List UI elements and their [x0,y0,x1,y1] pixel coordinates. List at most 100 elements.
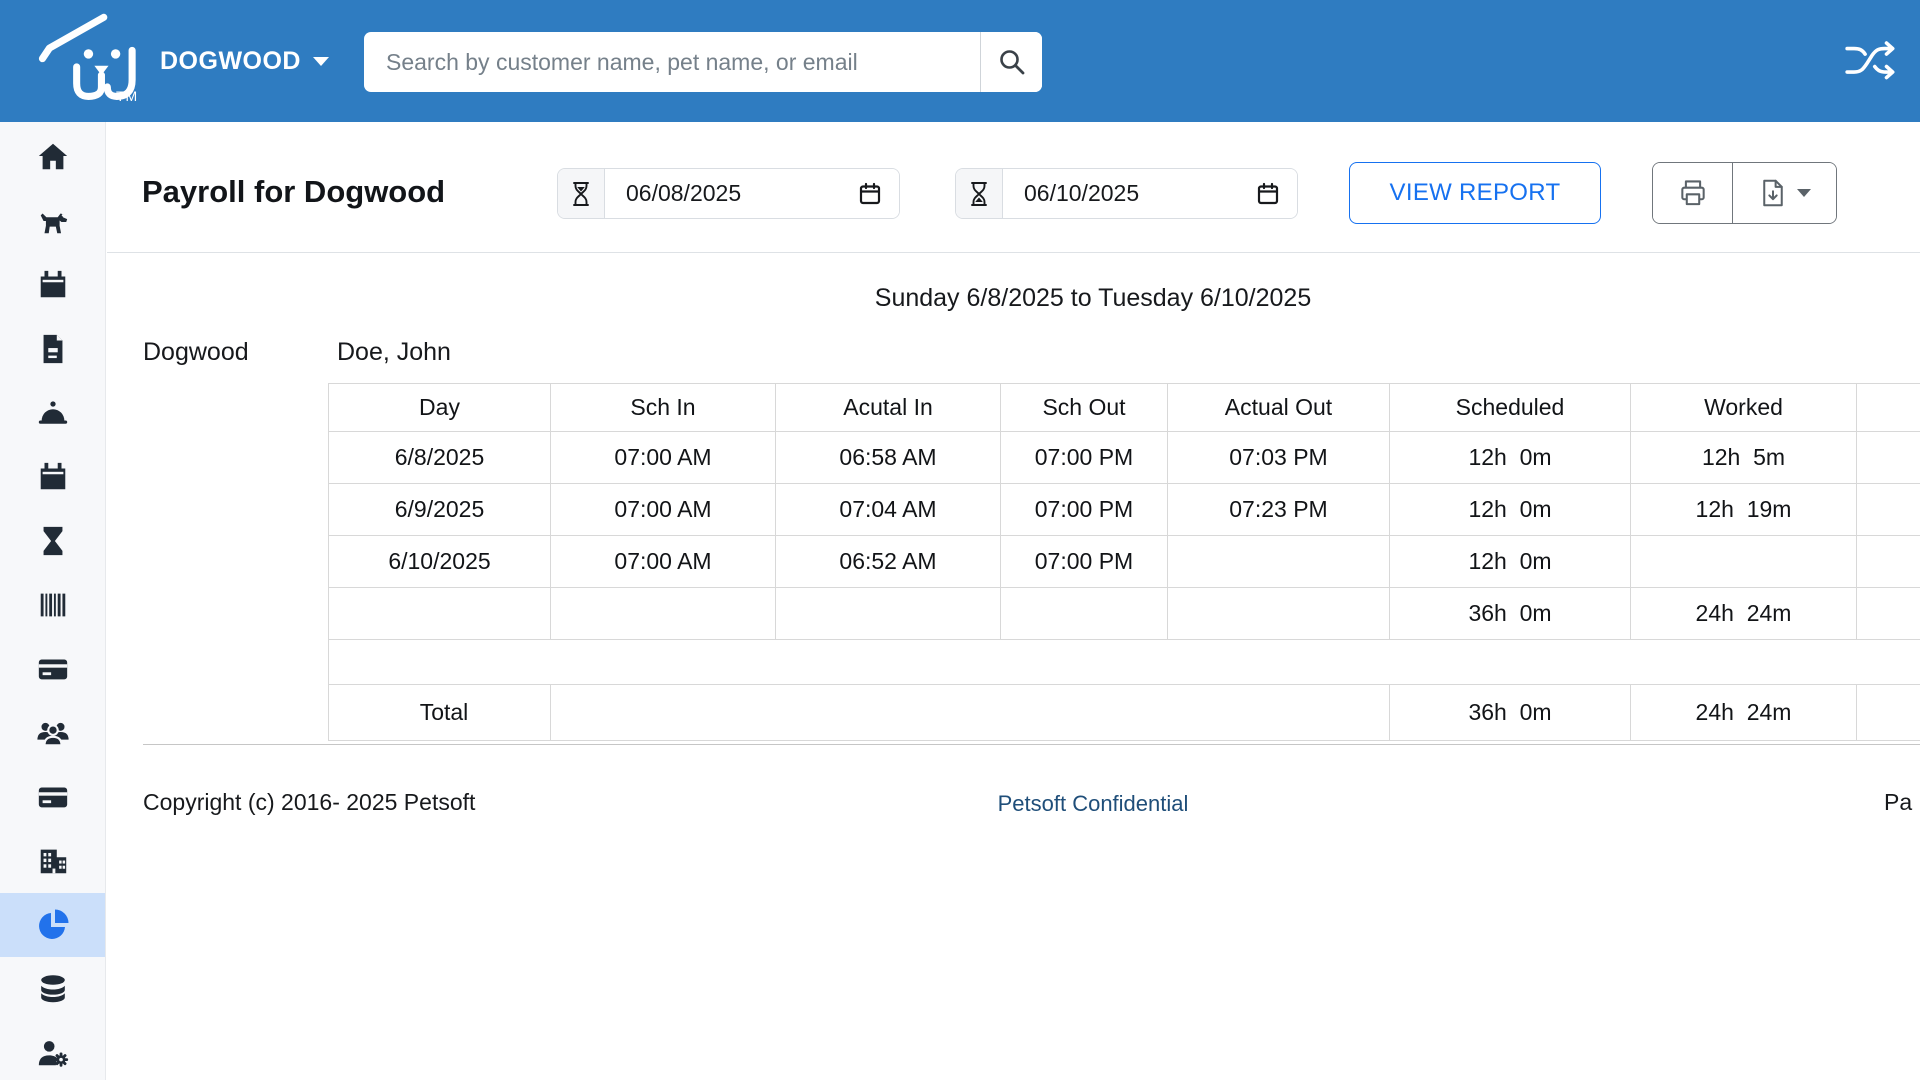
cell-actual-in: 06:58 AM [775,431,1001,484]
sidebar-item-invoices[interactable] [0,317,105,381]
sidebar-item-time-clock[interactable] [0,509,105,573]
export-dropdown-button[interactable] [1733,163,1836,223]
payroll-table-wrap: Day Sch In Acutal In Sch Out Actual Out … [328,383,1920,741]
sidebar-item-services[interactable] [0,381,105,445]
sidebar-item-data[interactable] [0,957,105,1021]
cell-worked [1630,535,1857,588]
file-download-icon [1762,179,1783,207]
calendar-picker-icon [859,182,881,204]
cell-actual-out: 07:23 PM [1167,483,1390,536]
cell-actual-out [1167,535,1390,588]
col-sch-out: Sch Out [1000,383,1168,432]
cell-worked: 12h 19m [1630,483,1857,536]
shuffle-button[interactable] [1840,36,1904,86]
building-icon [40,849,66,874]
hourglass-start-icon [558,169,605,218]
col-worked: Worked [1630,383,1857,432]
search-input[interactable] [364,32,980,92]
search-icon [999,50,1024,75]
sidebar-item-home[interactable] [0,125,105,189]
service-bell-icon [38,401,67,424]
sidebar-item-customers[interactable] [0,701,105,765]
calendar-icon [40,462,65,490]
end-date-picker-button[interactable] [1239,169,1297,218]
start-date-group [557,168,900,219]
user-gear-icon [38,1041,68,1067]
print-button[interactable] [1653,163,1733,223]
total-row: Total 36h 0m 24h 24m [328,684,1920,741]
pie-chart-icon [38,909,68,939]
subtotal-scheduled: 36h 0m [1389,587,1631,640]
calendar-icon [40,270,65,298]
trademark-label: TM [116,88,139,104]
start-date-picker-button[interactable] [841,169,899,218]
location-dropdown-label: DOGWOOD [160,46,301,75]
sidebar-item-calendar[interactable] [0,253,105,317]
cell-scheduled: 12h 0m [1389,431,1631,484]
topbar: TM DOGWOOD [0,0,1920,122]
cell-worked: 12h 5m [1630,431,1857,484]
employee-name: Doe, John [337,338,451,366]
cell-sch-in: 07:00 AM [550,483,776,536]
end-date-group [955,168,1298,219]
printer-icon [1680,180,1705,206]
sidebar [0,122,106,1080]
table-row: 6/9/2025 07:00 AM 07:04 AM 07:00 PM 07:2… [328,483,1920,536]
cell-day: 6/8/2025 [328,431,551,484]
cell-actual-out: 07:03 PM [1167,431,1390,484]
cell-scheduled: 12h 0m [1389,483,1631,536]
users-icon [36,722,69,747]
table-header-row: Day Sch In Acutal In Sch Out Actual Out … [328,383,1920,432]
search-bar [364,32,1042,92]
view-report-button[interactable]: VIEW REPORT [1349,162,1601,224]
cell-day: 6/9/2025 [328,483,551,536]
location-dropdown[interactable]: DOGWOOD [160,0,329,122]
cell-note [1856,535,1920,588]
cell-sch-in: 07:00 AM [550,431,776,484]
credit-card-icon [38,659,67,680]
col-note: Note [1856,383,1920,432]
page-indicator: Pa [1884,789,1913,815]
col-day: Day [328,383,551,432]
start-date-input[interactable] [605,169,841,218]
table-row: 6/8/2025 07:00 AM 06:58 AM 07:00 PM 07:0… [328,431,1920,484]
sidebar-item-staff-settings[interactable] [0,1021,105,1080]
end-date-input[interactable] [1003,169,1239,218]
location-group-label: Dogwood [143,338,249,366]
home-icon [38,143,67,170]
print-export-button-group [1652,162,1837,224]
calendar-picker-icon [1257,182,1279,204]
total-scheduled: 36h 0m [1389,684,1631,741]
shuffle-icon [1845,41,1895,80]
subtotal-worked: 24h 24m [1630,587,1857,640]
cell-actual-in: 06:52 AM [775,535,1001,588]
payroll-table: Day Sch In Acutal In Sch Out Actual Out … [328,383,1920,741]
payroll-report-page: TM DOGWOOD Search by customer name, pet … [0,0,1920,1080]
sidebar-item-barcode[interactable] [0,573,105,637]
sidebar-item-pets[interactable] [0,189,105,253]
cell-sch-out: 07:00 PM [1000,535,1168,588]
confidential-link[interactable]: Petsoft Confidential [266,791,1920,817]
brand-logo[interactable]: TM [33,6,151,116]
cell-note [1856,483,1920,536]
chevron-down-icon [313,56,329,66]
sidebar-item-payments[interactable] [0,637,105,701]
sidebar-item-reports[interactable] [0,893,105,957]
search-button[interactable] [980,32,1042,92]
dog-icon [40,213,67,234]
barcode-icon [40,593,65,617]
cell-sch-in: 07:00 AM [550,535,776,588]
cell-sch-out: 07:00 PM [1000,483,1168,536]
page-title: Payroll for Dogwood [142,174,446,209]
cell-day: 6/10/2025 [328,535,551,588]
report-range-heading: Sunday 6/8/2025 to Tuesday 6/10/2025 [874,284,1312,312]
sidebar-item-facility[interactable] [0,829,105,893]
col-scheduled: Scheduled [1389,383,1631,432]
cell-actual-in: 07:04 AM [775,483,1001,536]
database-icon [40,975,65,1003]
hourglass-end-icon [956,169,1003,218]
sidebar-item-billing[interactable] [0,765,105,829]
total-label: Total [328,684,551,741]
subtotal-row: 36h 0m 24h 24m [328,587,1920,640]
sidebar-item-schedule[interactable] [0,445,105,509]
